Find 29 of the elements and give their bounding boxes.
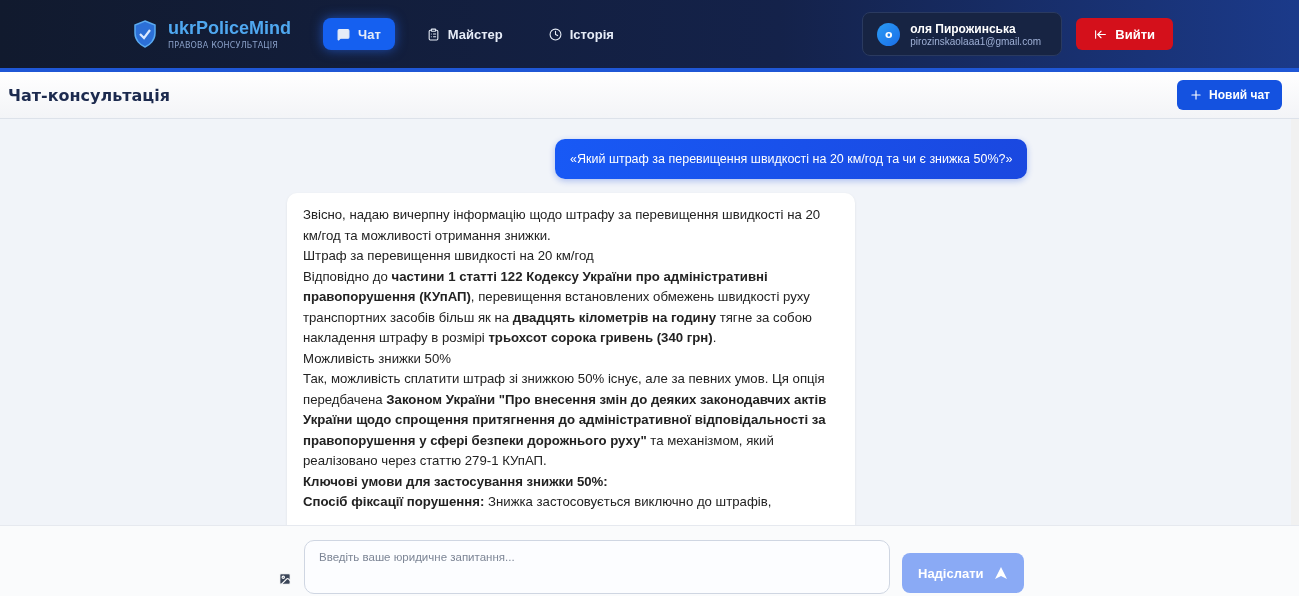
question-input[interactable]: Введіть ваше юридичне запитання... [304,540,890,594]
logout-icon [1094,27,1108,41]
user-name: оля Пирожинська [910,21,1017,36]
new-chat-button[interactable]: Новий чат [1177,80,1282,110]
logout-button[interactable]: Вийти [1076,18,1173,50]
nav-tab[interactable]: Історія [534,18,628,50]
attach-image-button[interactable] [278,572,292,586]
user-message: «Який штраф за перевищення швидкості на 20 км/год та чи є знижка 50%?» [555,139,1028,179]
clock-icon [548,27,562,41]
page-title: Чат-консультація [8,85,170,105]
message-paragraph: Так, можливість сплатити штраф зі знижкою 50% існує, але за певних умов. Ця опція передбачена Законом України "Про внесення змін до деяких законодавчих актів України щодо спрощення притягнення до адміністративної відповідальності за правопорушення у сфері безпеки дорожнього руху" та механізмом, який реалізовано через статтю 279-1 КУпАП. [303,370,828,470]
send-icon [993,566,1008,580]
brand-subtitle: ПРАВОВА КОНСУЛЬТАЦІЯ [168,41,280,50]
message-paragraph: Штраф за перевищення швидкості на 20 км/год [303,247,595,265]
message-paragraph: Ключові умови для застосування знижки 50%: [303,472,609,491]
message-paragraph: Відповідно до частини 1 статті 122 Кодексу України про адміністративні правопорушення (КУпАП), перевищення встановлених обмежень швидкості руху транспортних засобів більш як на двадцять кілометрів на годину тягне за собою накладення штрафу в розмірі трьохсот сорока гривень (340 грн). [303,267,813,347]
brand-name: ukrPoliceMind [168,18,292,39]
message-paragraph: Можливість знижки 50% [303,349,453,368]
shield-check-icon [134,20,156,48]
message-paragraph: Звісно, надаю вичерпну інформацію щодо штрафу за перевищення швидкості на 20 км/год та можливості отримання знижки. [303,206,822,245]
plus-icon [1189,88,1203,102]
message-paragraph: Спосіб фіксації порушення: Знижка застосовується виключно до штрафів, [303,493,773,511]
image-icon [278,572,292,586]
user-email: pirozinskaolaaa1@gmail.com [910,35,1042,47]
nav-tab[interactable]: Майстер [412,18,517,50]
clipboard-icon [426,27,440,41]
chat-icon [337,27,351,41]
user-avatar: о [877,22,901,46]
nav-tab[interactable]: Чат [323,18,395,50]
